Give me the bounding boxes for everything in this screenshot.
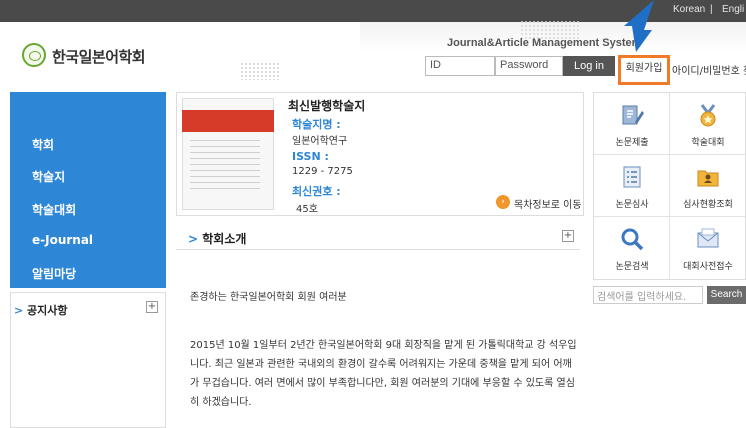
latest-issue-value: 45호	[296, 204, 318, 215]
lang-separator: |	[710, 4, 713, 15]
chevron-right-icon: >	[14, 304, 28, 317]
arrow-circle-icon[interactable]: ›	[496, 195, 510, 209]
quick-label: 학술대회	[691, 138, 725, 148]
sidebar-item-journal[interactable]: 학술지	[32, 168, 65, 185]
latest-issue-label: 최신권호 :	[292, 185, 341, 198]
dot-pattern	[240, 62, 280, 80]
about-title[interactable]: > 학회소개	[188, 230, 246, 247]
chevron-right-icon: >	[188, 232, 203, 246]
latest-journal-heading: 최신발행학술지	[288, 99, 366, 113]
quick-review-status[interactable]: 심사현황조회	[670, 155, 746, 217]
system-title: Journal&Article Management System	[447, 37, 642, 49]
journal-name-label: 학술지명 :	[292, 118, 341, 131]
quick-conference[interactable]: 학술대회	[670, 93, 746, 155]
sidebar-nav: 학회 학술지 학술대회 e-Journal 알림마당	[10, 92, 166, 288]
issn-label: ISSN :	[292, 150, 329, 163]
notice-title-label: 공지사항	[27, 304, 68, 317]
quick-paper-review[interactable]: 논문심사	[594, 155, 670, 217]
issn-value: 1229 - 7275	[292, 166, 353, 177]
quick-submit-paper[interactable]: 논문제출	[594, 93, 670, 155]
notice-more-button[interactable]: +	[146, 301, 158, 313]
sidebar-item-notice-board[interactable]: 알림마당	[32, 265, 76, 282]
sidebar-item-society[interactable]: 학회	[32, 136, 54, 153]
about-title-label: 학회소개	[202, 232, 247, 246]
id-field[interactable]: ID	[425, 56, 495, 76]
sidebar-item-conference[interactable]: 학술대회	[32, 201, 76, 218]
journal-cover-band	[182, 110, 274, 132]
quick-menu: 논문제출 학술대회 논문심사 심사현황조회 논문검색 대회사전접수	[593, 92, 746, 280]
quick-label: 논문제출	[615, 138, 649, 148]
about-more-button[interactable]: +	[562, 230, 574, 242]
site-title[interactable]: 한국일본어학회	[52, 46, 146, 67]
journal-name-value: 일본어학연구	[292, 136, 348, 147]
president-message: 2015년 10월 1일부터 2년간 한국일본어학회 9대 회장직을 맡게 된 …	[190, 340, 577, 408]
quick-label: 심사현황조회	[683, 200, 733, 210]
envelope-icon	[697, 228, 719, 248]
lang-english-link[interactable]: Engli	[722, 4, 744, 15]
quick-label: 논문검색	[615, 262, 649, 272]
join-link[interactable]: 회원가입	[618, 55, 670, 85]
medal-icon	[700, 104, 716, 127]
document-pencil-icon	[622, 105, 644, 125]
login-button[interactable]: Log in	[563, 56, 615, 76]
password-field[interactable]: Password	[495, 56, 563, 76]
sidebar-item-ejournal[interactable]: e-Journal	[32, 233, 93, 247]
quick-paper-search[interactable]: 논문검색	[594, 217, 670, 279]
greeting-text: 존경하는 한국일본어학회 회원 여러분	[190, 292, 347, 303]
quick-pre-registration[interactable]: 대회사전접수	[670, 217, 746, 279]
magnifier-icon	[621, 228, 644, 251]
folder-person-icon	[697, 170, 719, 187]
journal-cover-text	[190, 140, 260, 190]
search-input[interactable]: 검색어를 입력하세요.	[593, 286, 703, 304]
toc-link[interactable]: 목차정보로 이동	[514, 196, 582, 211]
arrow-down-icon	[624, 0, 654, 52]
search-button[interactable]: Search	[707, 286, 746, 304]
notice-title[interactable]: > 공지사항	[14, 302, 68, 318]
find-id-password-link[interactable]: 아이디/비밀번호 찾기	[672, 62, 746, 77]
checklist-icon	[623, 166, 641, 188]
society-logo-icon[interactable]	[22, 43, 46, 67]
lang-korean-link[interactable]: Korean	[673, 4, 705, 15]
quick-label: 논문심사	[615, 200, 649, 210]
quick-label: 대회사전접수	[683, 262, 733, 272]
